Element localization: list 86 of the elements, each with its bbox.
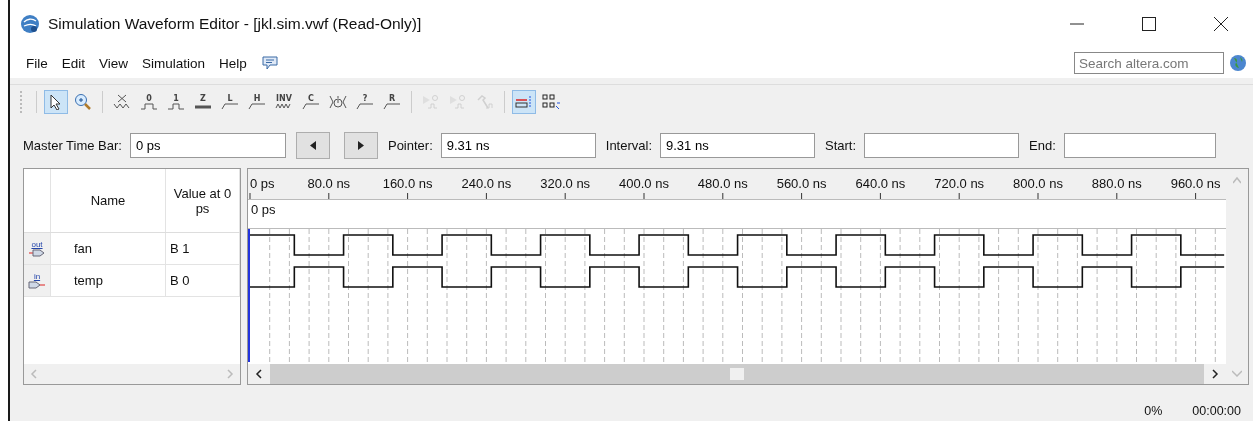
toolbar-button[interactable]: L xyxy=(218,90,242,114)
stopwatch-icon xyxy=(329,94,347,110)
tick-label: 560.0 ns xyxy=(776,176,827,191)
toolbar-button[interactable]: Z xyxy=(191,90,215,114)
hammer-icon xyxy=(476,94,494,110)
field-label: Start: xyxy=(825,137,857,153)
waveform-icon xyxy=(356,102,374,110)
field-label: Interval: xyxy=(605,137,653,153)
signal-value: B 1 xyxy=(169,241,190,256)
waveform-icon xyxy=(140,102,158,110)
toolbar-button[interactable] xyxy=(44,90,68,114)
globe-icon[interactable] xyxy=(1229,54,1247,72)
tick-label: 160.0 ns xyxy=(382,176,433,191)
toolbar-button[interactable]: C xyxy=(299,90,323,114)
time-field[interactable] xyxy=(1063,132,1216,158)
field-label: Pointer: xyxy=(387,137,433,153)
master-time-bar-field[interactable]: 0 ps xyxy=(129,132,286,158)
signal-value: B 0 xyxy=(169,273,190,288)
tick-label: 400.0 ns xyxy=(619,176,669,191)
signal-name: temp xyxy=(73,273,103,288)
chevron-left-icon xyxy=(255,369,263,379)
waveform-icon xyxy=(167,102,185,110)
toolbar-button[interactable]: H xyxy=(245,90,269,114)
menu-item[interactable]: Help xyxy=(212,55,254,71)
run-icon xyxy=(422,94,440,110)
field-label: Master Time Bar: xyxy=(23,137,122,153)
tick-label: 0 ps xyxy=(250,176,275,191)
column-header: Value at 0 ps xyxy=(172,185,233,216)
waveform-icon xyxy=(302,102,320,110)
menu-item[interactable]: Edit xyxy=(54,55,93,71)
zoom-icon xyxy=(74,93,92,111)
maximize-icon xyxy=(1142,17,1156,31)
search-field[interactable]: Search altera.com xyxy=(1074,52,1224,74)
toolbar-button[interactable]: R xyxy=(380,90,404,114)
unknown-value-icon xyxy=(113,94,131,110)
time-field[interactable]: 9.31 ns xyxy=(440,132,596,158)
previous-button[interactable] xyxy=(295,131,330,159)
chevron-down-icon xyxy=(1232,370,1242,378)
close-icon xyxy=(1214,17,1228,31)
scroll-left-icon xyxy=(30,369,38,379)
waveform-icon xyxy=(275,102,293,110)
tick-label: 880.0 ns xyxy=(1091,176,1142,191)
toolbar-button[interactable]: 0 xyxy=(137,90,161,114)
tick-label: 720.0 ns xyxy=(934,176,985,191)
scroll-up-icon xyxy=(1233,175,1241,185)
globe-icon xyxy=(20,14,40,34)
grid-icon xyxy=(542,94,560,110)
scroll-thumb[interactable] xyxy=(730,368,744,380)
tick-label: 960.0 ns xyxy=(1170,176,1221,191)
toolbar-button[interactable]: ? xyxy=(353,90,377,114)
next-button[interactable] xyxy=(343,131,378,159)
triangle-right-icon xyxy=(357,140,364,150)
cursor-label: 0 ps xyxy=(251,202,276,217)
column-header: Name xyxy=(90,193,126,208)
elapsed-time: 00:00:00 xyxy=(1192,404,1241,418)
snap-grid-icon xyxy=(515,95,533,109)
tick-label: 320.0 ns xyxy=(540,176,591,191)
tick-label: 480.0 ns xyxy=(697,176,748,191)
field-label: End: xyxy=(1029,137,1056,153)
menu-item[interactable]: View xyxy=(92,55,136,71)
pointer-icon xyxy=(50,94,62,110)
tick-label: 640.0 ns xyxy=(855,176,906,191)
waveform-icon xyxy=(221,102,239,110)
progress-text: 0% xyxy=(1144,404,1163,418)
scroll-left-button[interactable] xyxy=(248,364,270,384)
menu-item[interactable]: Simulation xyxy=(135,55,213,71)
scroll-right-button[interactable] xyxy=(1204,364,1226,384)
triangle-left-icon xyxy=(309,140,316,150)
scroll-right-icon xyxy=(226,369,234,379)
run-icon xyxy=(449,94,467,110)
time-field[interactable]: 9.31 ns xyxy=(660,132,816,158)
toolbar-button[interactable]: 1 xyxy=(164,90,188,114)
comment-icon[interactable] xyxy=(261,56,278,70)
horizontal-scrollbar[interactable] xyxy=(270,364,1204,384)
minimize-icon xyxy=(1070,23,1084,25)
waveform-icon xyxy=(383,102,401,110)
chevron-right-icon xyxy=(1211,369,1219,379)
tick-label: 80.0 ns xyxy=(307,176,351,191)
tick-label: 800.0 ns xyxy=(1013,176,1063,191)
signal-name: fan xyxy=(73,241,93,256)
menu-item[interactable]: File xyxy=(19,55,55,71)
waveform-icon xyxy=(248,102,266,110)
time-field[interactable] xyxy=(864,132,1020,158)
tick-label: 240.0 ns xyxy=(461,176,512,191)
window-title: Simulation Waveform Editor - [jkl.sim.vwf (Read-Only)] xyxy=(48,15,423,33)
toolbar-button[interactable]: INV xyxy=(272,90,296,114)
